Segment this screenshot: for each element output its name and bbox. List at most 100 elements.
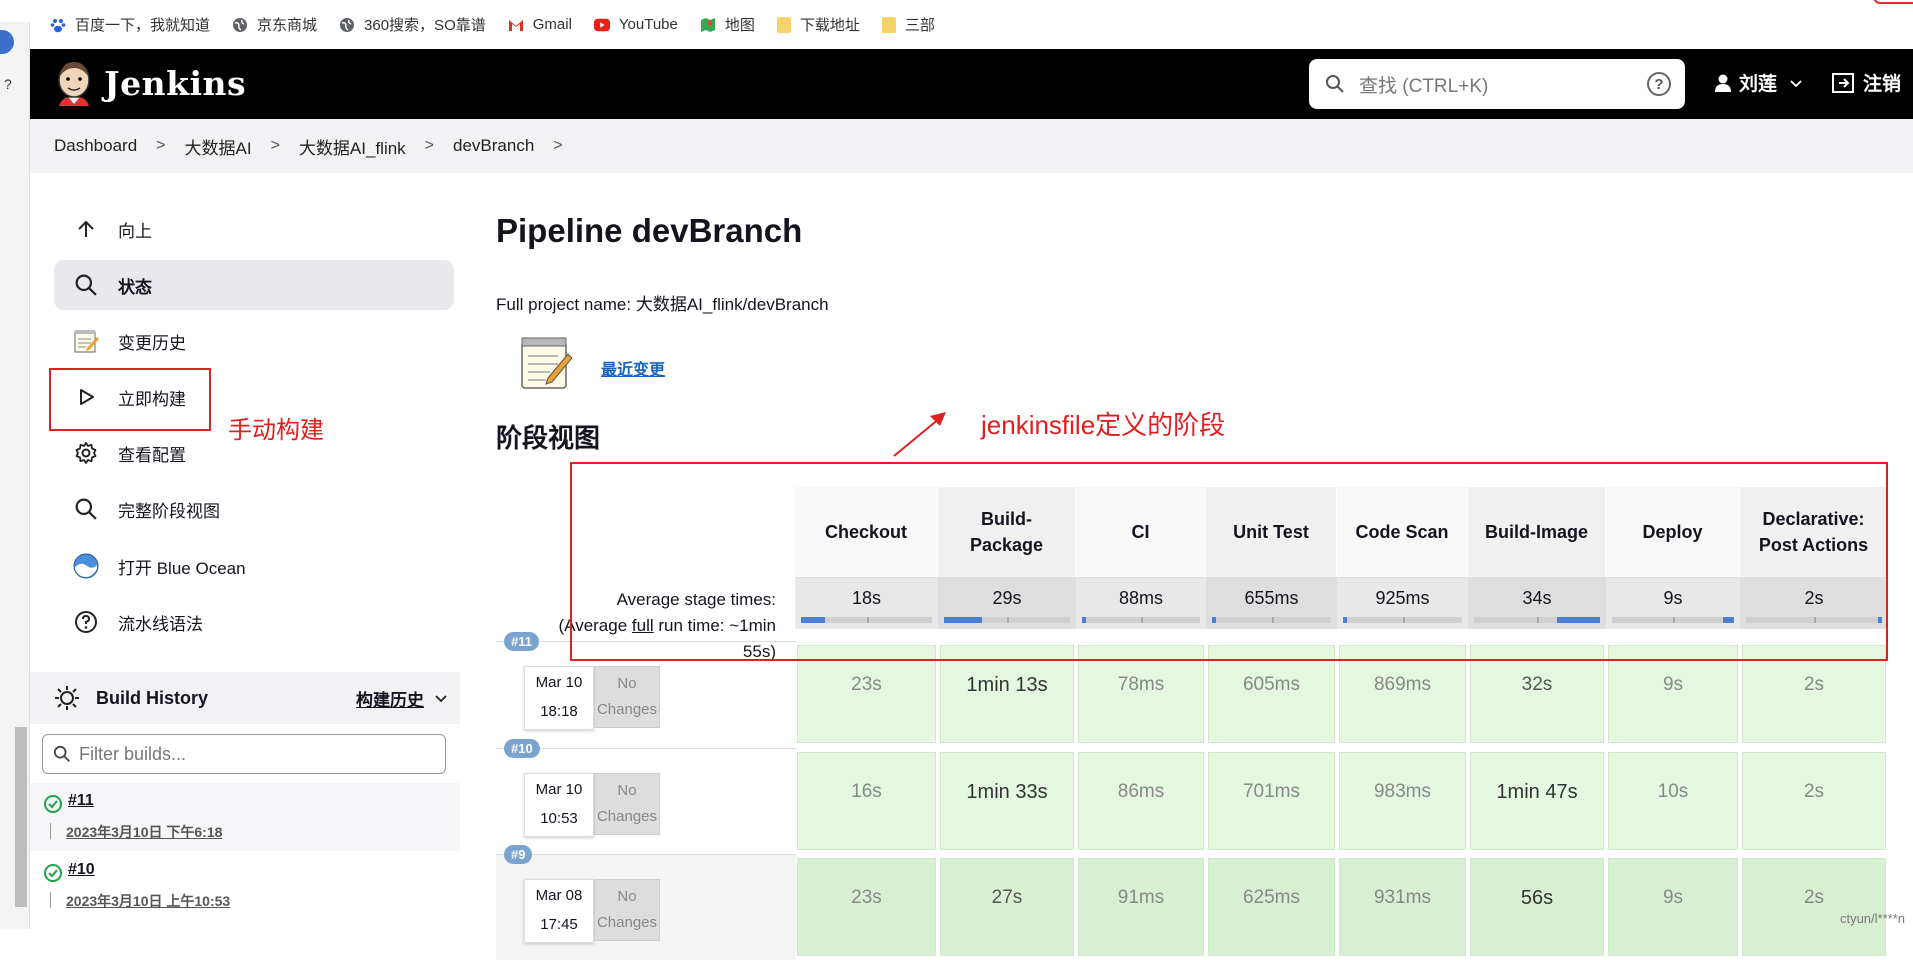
stage-average: 925ms — [1337, 577, 1468, 629]
stage-cell[interactable]: 23s — [797, 645, 936, 743]
stage-average: 18s — [795, 577, 938, 629]
watermark: ctyun/l****n — [1839, 911, 1905, 926]
sidebar-task[interactable]: 向上 — [54, 204, 454, 254]
sidebar-task[interactable]: 流水线语法 — [54, 597, 454, 647]
stage-cell[interactable]: 869ms — [1339, 645, 1466, 743]
browser-help-icon[interactable]: ? — [4, 76, 12, 92]
build-date-box[interactable]: Mar 10 10:53 — [524, 773, 594, 837]
sidebar-task[interactable]: 打开 Blue Ocean — [54, 541, 454, 591]
stage-progress-fill — [1343, 617, 1347, 623]
bookmark-label: YouTube — [618, 16, 678, 33]
bookmark-item[interactable]: 京东商城 — [232, 14, 317, 35]
stage-progress-bar — [1343, 617, 1462, 623]
build-row: #11 Mar 10 18:18 No Changes — [496, 632, 796, 747]
stage-cell[interactable]: 701ms — [1208, 752, 1335, 850]
stage-progress-fill — [801, 617, 825, 623]
search-box[interactable]: 查找 (CTRL+K) ? — [1309, 59, 1685, 109]
build-trend-link[interactable]: 构建历史 — [356, 686, 424, 711]
stage-cell[interactable]: 2s — [1742, 858, 1886, 956]
scrollbar-thumb[interactable] — [15, 727, 27, 907]
bookmark-item[interactable]: Gmail — [508, 16, 572, 33]
sidebar-task-label: 打开 Blue Ocean — [118, 558, 246, 578]
sidebar-task[interactable]: 完整阶段视图 — [54, 484, 454, 534]
breadcrumb-item[interactable]: Dashboard — [54, 136, 137, 156]
build-date-box[interactable]: Mar 10 18:18 — [524, 666, 594, 730]
stage-name: Build-Package — [969, 509, 1044, 555]
browser-avatar-icon[interactable] — [0, 30, 14, 54]
stage-cell[interactable]: 625ms — [1208, 858, 1335, 956]
stage-cell[interactable]: 2s — [1742, 645, 1886, 743]
stage-cell[interactable]: 10s — [1608, 752, 1738, 850]
sidebar-task-label: 变更历史 — [118, 333, 186, 353]
stage-average-time: 655ms — [1244, 588, 1299, 608]
progress-tick — [1814, 617, 1816, 623]
build-number-link[interactable]: #11 — [68, 792, 94, 810]
sidebar-task-label: 查看配置 — [118, 445, 186, 465]
help-circle-icon — [72, 608, 100, 636]
build-badge[interactable]: #10 — [504, 739, 540, 758]
build-row: #9 Mar 08 17:45 No Changes — [496, 845, 796, 960]
jenkins-header: Jenkins 查找 (CTRL+K) ? 刘莲 注销 — [30, 49, 1913, 119]
search-placeholder: 查找 (CTRL+K) — [1359, 75, 1489, 97]
stage-cell[interactable]: 1min 33s — [940, 752, 1074, 850]
stage-progress-fill — [944, 617, 982, 623]
stage-cell[interactable]: 56s — [1470, 858, 1604, 956]
stage-cell[interactable]: 78ms — [1078, 645, 1204, 743]
stage-cell[interactable]: 9s — [1608, 645, 1738, 743]
stage-cell[interactable]: 605ms — [1208, 645, 1335, 743]
full-run-link[interactable]: full — [632, 616, 654, 635]
bookmark-label: Gmail — [532, 16, 572, 33]
stage-cell[interactable]: 27s — [940, 858, 1074, 956]
stage-cell[interactable]: 91ms — [1078, 858, 1204, 956]
stage-cell[interactable]: 86ms — [1078, 752, 1204, 850]
stage-cell[interactable]: 1min 47s — [1470, 752, 1604, 850]
build-date-box[interactable]: Mar 08 17:45 — [524, 879, 594, 943]
build-date-link[interactable]: 2023年3月10日 下午6:18 — [66, 822, 222, 842]
jenkins-logo[interactable]: Jenkins — [54, 58, 246, 108]
annotation-arrow-icon — [893, 412, 946, 457]
breadcrumb-item[interactable]: 大数据AI — [185, 134, 252, 159]
sidebar-task[interactable]: 变更历史 — [54, 316, 454, 366]
stage-header: CI — [1076, 487, 1206, 577]
stage-cell[interactable]: 16s — [797, 752, 936, 850]
bookmark-item[interactable]: 百度一下，我就知道 — [50, 14, 210, 35]
bookmark-item[interactable]: 地图 — [700, 14, 755, 35]
folder-icon — [776, 16, 791, 33]
bookmark-item[interactable]: 360搜索，SO靠谱 — [339, 14, 486, 35]
stage-header: Unit Test — [1206, 487, 1337, 577]
stage-header: Build-Package — [938, 487, 1076, 577]
chevron-down-icon[interactable] — [434, 691, 448, 705]
bookmark-item[interactable]: 下载地址 — [776, 14, 860, 35]
build-badge[interactable]: #11 — [504, 632, 539, 651]
build-date-link[interactable]: 2023年3月10日 上午10:53 — [66, 891, 230, 911]
annotation-jenkinsfile-stages: jenkinsfile定义的阶段 — [981, 410, 1226, 440]
recent-changes-link[interactable]: 最近变更 — [601, 356, 665, 380]
user-name: 刘莲 — [1739, 74, 1778, 95]
build-badge[interactable]: #9 — [504, 845, 533, 864]
progress-tick — [1272, 617, 1274, 623]
stage-cell[interactable]: 983ms — [1339, 752, 1466, 850]
breadcrumb-item[interactable]: 大数据AI_flink — [299, 134, 406, 159]
bookmark-item[interactable]: YouTube — [593, 16, 678, 33]
stage-average: 9s — [1606, 577, 1740, 629]
user-menu[interactable]: 刘莲 — [1713, 69, 1803, 96]
help-icon[interactable]: ? — [1647, 72, 1671, 96]
logout-button[interactable]: 注销 — [1831, 69, 1901, 96]
bookmark-item[interactable]: 三部 — [881, 14, 935, 35]
stage-cell[interactable]: 23s — [797, 858, 936, 956]
chevron-right-icon: > — [553, 137, 563, 154]
filter-builds-input[interactable]: Filter builds... — [42, 734, 446, 774]
search-icon — [72, 495, 100, 523]
stage-average-time: 88ms — [1118, 588, 1163, 608]
stage-cell[interactable]: 32s — [1470, 645, 1604, 743]
build-number-link[interactable]: #10 — [68, 861, 95, 879]
annotation-box-manual-build — [49, 368, 211, 431]
stage-cell[interactable]: 2s — [1742, 752, 1886, 850]
stage-cell[interactable]: 1min 13s — [940, 645, 1074, 743]
sidebar-task[interactable]: 状态 — [54, 260, 454, 310]
stage-name: Deploy — [1642, 522, 1703, 542]
stage-average-time: 925ms — [1375, 588, 1430, 608]
breadcrumb-item[interactable]: devBranch — [453, 136, 534, 156]
stage-cell[interactable]: 9s — [1608, 858, 1738, 956]
stage-cell[interactable]: 931ms — [1339, 858, 1466, 956]
